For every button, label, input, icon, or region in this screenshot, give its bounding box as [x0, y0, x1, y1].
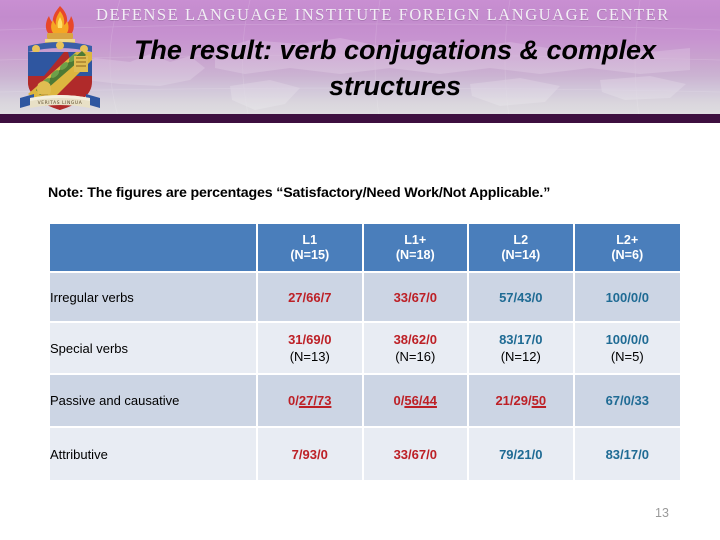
table-cell: 83/17/0 (N=12) — [469, 323, 575, 375]
table-corner-cell — [50, 224, 258, 273]
cell-value: 79/21/0 — [499, 446, 543, 462]
table-cell: 79/21/0 — [469, 428, 575, 482]
row-label: Attributive — [50, 428, 258, 482]
table-header-row: L1 (N=15) L1+ (N=18) L2 (N=14) L2+ (N=6) — [50, 224, 680, 273]
table-cell: 21/29/50 — [469, 375, 575, 428]
header-banner: DEFENSE LANGUAGE INSTITUTE FOREIGN LANGU… — [0, 0, 720, 123]
table-row: Passive and causative 0/27/73 0/56/44 21… — [50, 375, 680, 428]
table-row: Special verbs 31/69/0 (N=13) 38/62/0 (N=… — [50, 323, 680, 375]
column-header-l1: L1 (N=15) — [258, 224, 364, 273]
cell-value: 100/0/0 — [605, 332, 649, 347]
table-body: Irregular verbs 27/66/7 33/67/0 57/43/0 … — [50, 273, 680, 482]
table-cell: 33/67/0 — [363, 428, 469, 482]
column-sample-size: (N=14) — [501, 247, 541, 262]
cell-sample-size: (N=16) — [395, 349, 436, 364]
table-cell: 83/17/0 — [574, 428, 680, 482]
cell-value: 67/0/33 — [605, 393, 649, 408]
cell-value-underlined: 50 — [531, 393, 547, 408]
table-cell: 0/27/73 — [258, 375, 364, 428]
cell-value: 27/66/7 — [288, 289, 332, 305]
cell-value: 7/93/0 — [291, 446, 328, 462]
column-header-l2plus: L2+ (N=6) — [574, 224, 680, 273]
cell-value-plain: 0/ — [288, 393, 299, 408]
table-cell: 100/0/0 (N=5) — [574, 323, 680, 375]
cell-value: 100/0/0 — [605, 289, 649, 305]
row-label: Irregular verbs — [50, 273, 258, 323]
column-level-label: L2 — [513, 232, 529, 247]
table-cell: 38/62/0 (N=16) — [363, 323, 469, 375]
column-level-label: L2+ — [616, 232, 639, 247]
institute-name: DEFENSE LANGUAGE INSTITUTE FOREIGN LANGU… — [96, 5, 670, 24]
cell-value-plain: 0/ — [393, 393, 405, 408]
cell-sample-size: (N=13) — [289, 349, 330, 364]
cell-value-plain: 21/29/ — [495, 393, 532, 408]
table-cell: 31/69/0 (N=13) — [258, 323, 364, 375]
column-header-l2: L2 (N=14) — [469, 224, 575, 273]
table-cell: 27/66/7 — [258, 273, 364, 323]
column-sample-size: (N=15) — [290, 247, 330, 262]
cell-value: 33/67/0 — [393, 289, 437, 305]
cell-value: 31/69/0 — [288, 332, 332, 347]
svg-text:VERITAS LINGUA: VERITAS LINGUA — [38, 100, 83, 106]
figures-note: Note: The figures are percentages “Satis… — [48, 185, 551, 201]
cell-value: 33/67/0 — [393, 446, 437, 462]
results-table: L1 (N=15) L1+ (N=18) L2 (N=14) L2+ (N=6)… — [50, 224, 680, 482]
banner-divider-bar — [0, 114, 720, 123]
table-cell: 57/43/0 — [469, 273, 575, 323]
cell-value: 83/17/0 — [499, 332, 543, 347]
page-title: The result: verb conjugations & complex … — [133, 35, 657, 101]
column-sample-size: (N=6) — [611, 247, 644, 262]
cell-value-underlined: 27/73 — [298, 393, 332, 408]
row-label: Special verbs — [50, 323, 258, 375]
table-cell: 7/93/0 — [258, 428, 364, 482]
cell-value-underlined: 56/44 — [404, 393, 437, 408]
column-header-l1plus: L1+ (N=18) — [363, 224, 469, 273]
cell-sample-size: (N=5) — [610, 349, 644, 364]
table-row: Irregular verbs 27/66/7 33/67/0 57/43/0 … — [50, 273, 680, 323]
cell-sample-size: (N=12) — [500, 349, 541, 364]
table-cell: 100/0/0 — [574, 273, 680, 323]
slide-page-number: 13 — [655, 506, 669, 520]
cell-value: 57/43/0 — [499, 289, 543, 305]
cell-value: 83/17/0 — [605, 446, 649, 462]
table-cell: 67/0/33 — [574, 375, 680, 428]
table-cell: 0/56/44 — [363, 375, 469, 428]
table-row: Attributive 7/93/0 33/67/0 79/21/0 83/17… — [50, 428, 680, 482]
table-header: L1 (N=15) L1+ (N=18) L2 (N=14) L2+ (N=6) — [50, 224, 680, 273]
row-label: Passive and causative — [50, 375, 258, 428]
cell-value: 38/62/0 — [393, 332, 437, 347]
column-sample-size: (N=18) — [395, 247, 435, 262]
column-level-label: L1 — [302, 232, 318, 247]
column-level-label: L1+ — [404, 232, 427, 247]
dli-crest-icon: VERITAS LINGUA — [20, 6, 100, 110]
table-cell: 33/67/0 — [363, 273, 469, 323]
